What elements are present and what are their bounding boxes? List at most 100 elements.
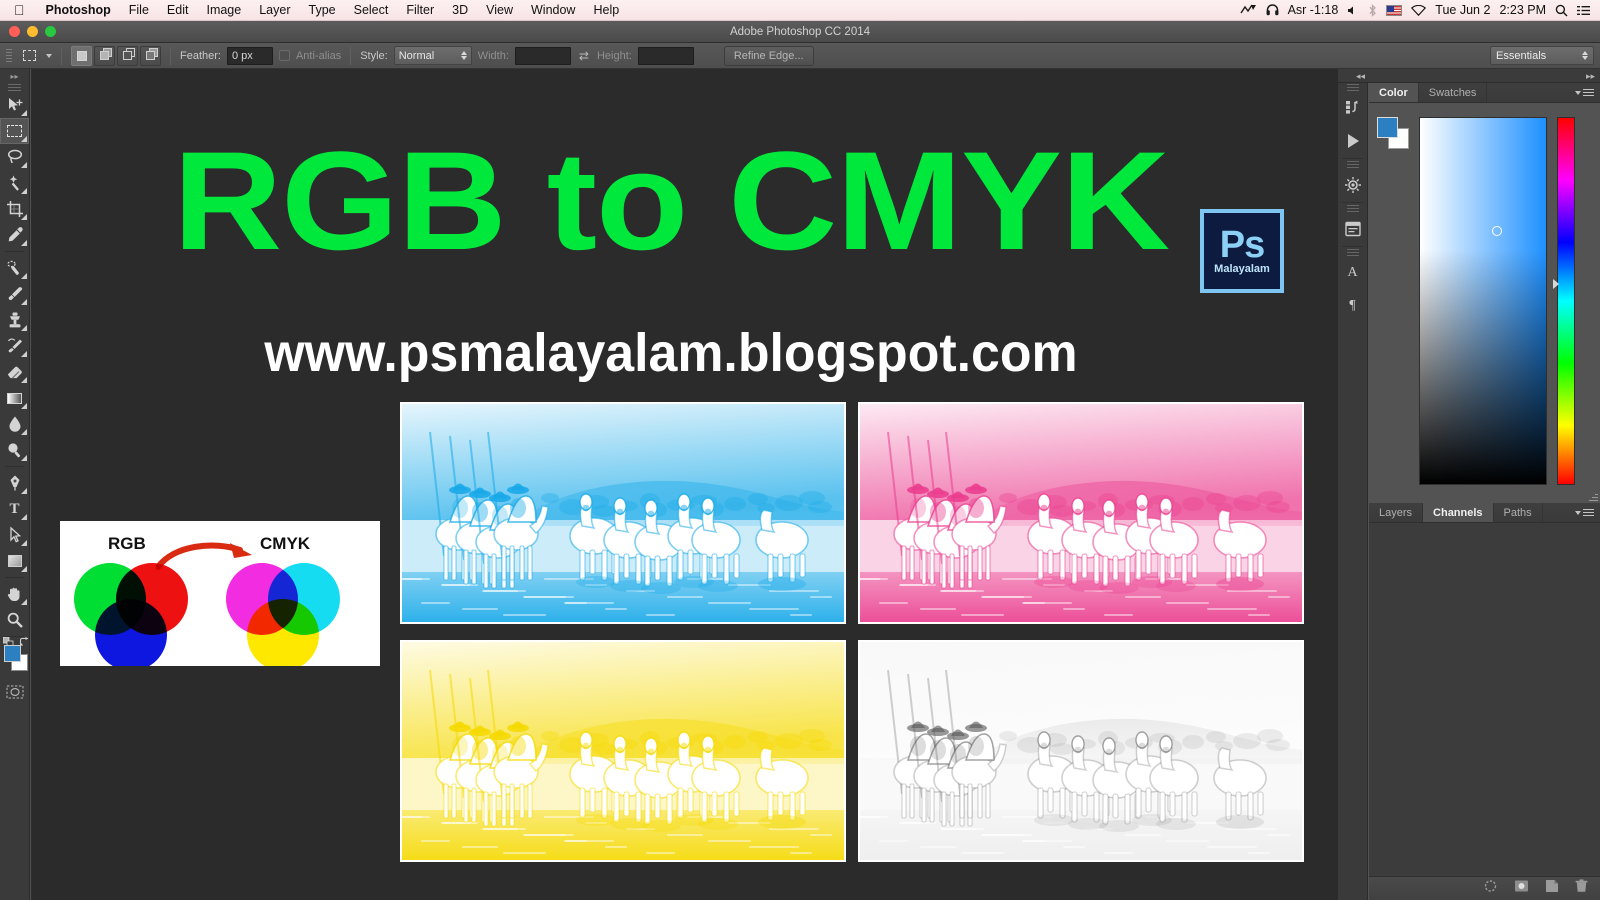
zoom-tool[interactable] [0,607,29,633]
foreground-color-swatch[interactable] [4,645,21,662]
icon-dock-grip[interactable] [1338,204,1367,212]
path-selection-tool[interactable] [0,522,29,548]
bluetooth-icon[interactable] [1368,3,1377,17]
black-channel-thumbnail[interactable] [858,640,1304,862]
panel-menu-icon[interactable] [1569,503,1600,522]
intersect-selection-button[interactable] [140,45,161,66]
divider [350,46,352,65]
magenta-channel-thumbnail[interactable] [858,402,1304,624]
toolbar-collapse-icon[interactable]: ▸▸ [0,69,29,83]
default-colors-icon[interactable] [2,635,14,648]
icon-dock-grip[interactable] [1338,160,1367,168]
feather-input[interactable]: 0 px [226,46,273,65]
create-new-channel-icon[interactable] [1545,879,1559,898]
icon-dock-grip[interactable] [1338,83,1367,91]
hue-slider[interactable] [1557,117,1575,485]
adjustments-icon[interactable] [1338,168,1367,201]
tab-swatches[interactable]: Swatches [1419,83,1488,102]
menu-type[interactable]: Type [300,3,345,17]
tab-channels[interactable]: Channels [1423,503,1494,522]
blur-tool[interactable] [0,411,29,437]
menu-3d[interactable]: 3D [443,3,477,17]
tab-layers[interactable]: Layers [1369,503,1424,522]
notification-center-icon[interactable] [1577,5,1590,16]
us-flag-icon[interactable] [1386,4,1403,16]
height-input[interactable] [637,46,694,65]
rectangular-marquee-icon[interactable] [18,46,40,66]
spotlight-search-icon[interactable] [1555,4,1568,17]
style-select[interactable]: Normal [393,46,472,65]
color-field-picker[interactable] [1419,117,1547,485]
rectangle-shape-tool[interactable] [0,548,29,574]
quick-mask-icon[interactable] [0,681,29,703]
icon-dock-grip[interactable] [1338,248,1367,256]
rectangular-marquee-tool[interactable] [0,118,29,144]
options-bar-grip[interactable] [6,47,12,65]
gradient-tool[interactable] [0,385,29,411]
wifi-icon[interactable] [1411,4,1427,16]
audio-label[interactable]: Asr -1:18 [1288,3,1339,17]
properties-icon[interactable] [1338,212,1367,245]
yellow-channel-thumbnail[interactable] [400,640,846,862]
width-input[interactable] [514,46,571,65]
menu-layer[interactable]: Layer [250,3,299,17]
tool-preset-chevron-down-icon[interactable] [46,53,52,58]
menu-select[interactable]: Select [345,3,398,17]
menu-bar-date[interactable]: Tue Jun 2 [1435,3,1490,17]
foreground-color-swatch[interactable] [1377,117,1398,138]
character-icon[interactable]: A [1338,256,1367,289]
menu-window[interactable]: Window [522,3,584,17]
hand-tool[interactable] [0,581,29,607]
menu-image[interactable]: Image [197,3,250,17]
delete-channel-icon[interactable] [1575,879,1588,898]
move-tool[interactable] [0,92,29,118]
swap-dimensions-icon[interactable]: ⇄ [577,49,591,63]
menu-bar-time[interactable]: 2:23 PM [1499,3,1546,17]
anti-alias-checkbox[interactable] [278,50,290,61]
clone-stamp-tool[interactable] [0,307,29,333]
actions-play-icon[interactable] [1338,124,1367,157]
collapse-panels-icon[interactable]: ◂◂ [1356,71,1365,82]
menu-edit[interactable]: Edit [158,3,198,17]
load-channel-as-selection-icon[interactable] [1483,879,1498,898]
tab-color[interactable]: Color [1369,83,1419,102]
add-to-selection-button[interactable] [94,45,115,66]
history-icon[interactable] [1338,91,1367,124]
volume-icon[interactable] [1347,5,1359,16]
workspace-switcher[interactable]: Essentials [1490,46,1594,65]
magic-wand-tool[interactable] [0,170,29,196]
panel-resize-grip[interactable] [1589,492,1598,501]
expand-panels-icon[interactable]: ▸▸ [1586,71,1595,82]
menu-filter[interactable]: Filter [397,3,443,17]
activity-graph-icon[interactable] [1239,4,1257,16]
dodge-tool[interactable] [0,437,29,463]
refine-edge-button[interactable]: Refine Edge... [723,45,814,66]
paragraph-icon[interactable]: ¶ [1338,289,1367,322]
eraser-tool[interactable] [0,359,29,385]
pen-tool[interactable] [0,470,29,496]
menu-app-name[interactable]: Photoshop [37,3,120,17]
eyedropper-tool[interactable] [0,222,29,248]
menu-file[interactable]: File [120,3,158,17]
new-selection-button[interactable] [71,45,92,66]
color-picker-handle[interactable] [1492,226,1502,236]
headphone-icon[interactable] [1266,4,1279,16]
apple-icon[interactable]:  [0,3,37,17]
cyan-channel-thumbnail[interactable] [400,402,846,624]
spot-healing-brush-tool[interactable] [0,255,29,281]
subtract-from-selection-button[interactable] [117,45,138,66]
save-selection-as-channel-icon[interactable] [1514,879,1529,898]
document-canvas[interactable]: RGB to CMYK www.psmalayalam.blogspot.com… [31,69,1338,900]
brush-tool[interactable] [0,281,29,307]
menu-view[interactable]: View [477,3,522,17]
history-brush-tool[interactable] [0,333,29,359]
crop-tool[interactable] [0,196,29,222]
swap-colors-icon[interactable] [19,635,29,646]
tab-paths[interactable]: Paths [1494,503,1543,522]
panel-menu-icon[interactable] [1569,83,1600,102]
toolbar-grip[interactable] [0,83,29,92]
type-tool[interactable]: T [0,496,29,522]
lasso-tool[interactable] [0,144,29,170]
hue-slider-handle[interactable] [1553,279,1559,289]
menu-help[interactable]: Help [584,3,628,17]
